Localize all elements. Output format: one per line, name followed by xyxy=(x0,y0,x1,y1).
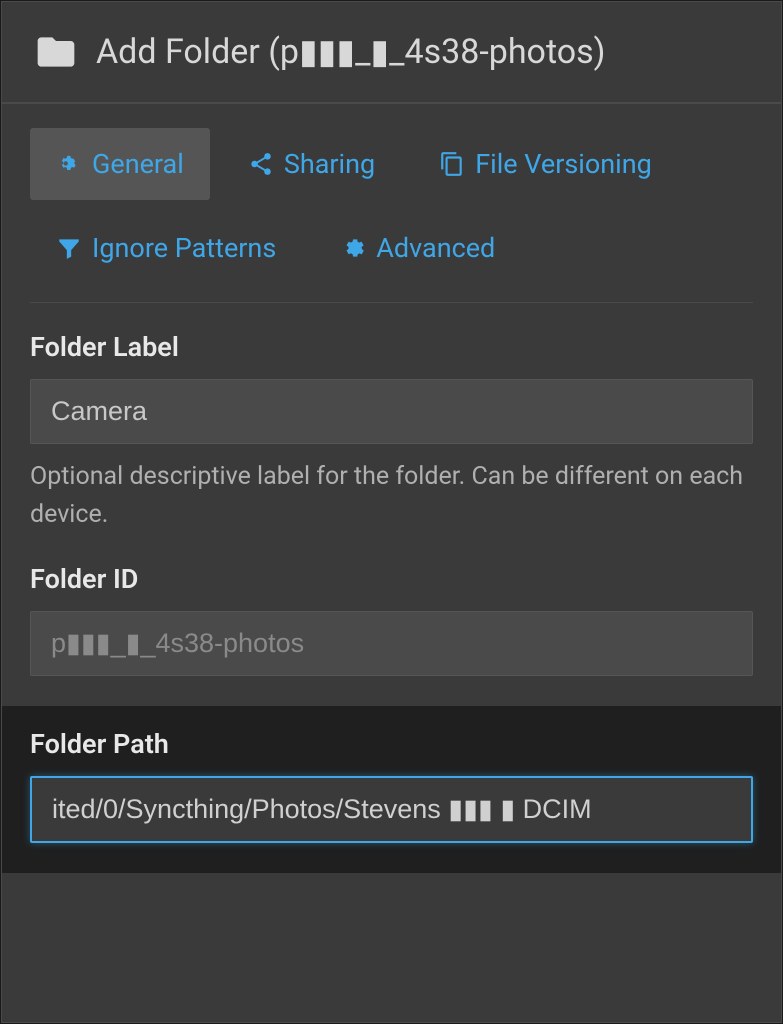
folder-label-input[interactable] xyxy=(30,379,753,444)
add-folder-modal: Add Folder (p▮▮▮_▮_4s38-photos) General … xyxy=(1,1,782,1023)
tab-general[interactable]: General xyxy=(30,128,210,200)
folder-path-group: Folder Path xyxy=(2,706,781,873)
folder-icon xyxy=(34,30,78,74)
tab-sharing[interactable]: Sharing xyxy=(222,128,401,200)
tab-general-label: General xyxy=(92,148,184,180)
folder-id-group: Folder ID xyxy=(30,563,753,676)
files-icon xyxy=(439,151,465,177)
folder-label-label: Folder Label xyxy=(30,331,753,363)
folder-path-label: Folder Path xyxy=(30,728,753,760)
tab-sharing-label: Sharing xyxy=(284,148,375,180)
share-icon xyxy=(248,151,274,177)
tab-file-versioning[interactable]: File Versioning xyxy=(413,128,678,200)
tab-file-versioning-label: File Versioning xyxy=(475,148,652,180)
folder-id-label: Folder ID xyxy=(30,563,753,595)
modal-body: General Sharing File Versioning Ignore P… xyxy=(2,104,781,873)
modal-title: Add Folder (p▮▮▮_▮_4s38-photos) xyxy=(96,32,606,72)
tabs: General Sharing File Versioning Ignore P… xyxy=(30,128,753,303)
tab-advanced[interactable]: Advanced xyxy=(314,212,521,284)
folder-label-group: Folder Label Optional descriptive label … xyxy=(30,331,753,533)
filter-icon xyxy=(56,235,82,261)
folder-path-input[interactable] xyxy=(30,776,753,843)
tab-ignore-patterns-label: Ignore Patterns xyxy=(92,232,276,264)
tab-advanced-label: Advanced xyxy=(376,232,495,264)
folder-label-help: Optional descriptive label for the folde… xyxy=(30,458,753,533)
folder-id-input[interactable] xyxy=(30,611,753,676)
modal-header: Add Folder (p▮▮▮_▮_4s38-photos) xyxy=(2,2,781,104)
gears-icon xyxy=(340,235,366,261)
tab-ignore-patterns[interactable]: Ignore Patterns xyxy=(30,212,302,284)
gear-icon xyxy=(56,151,82,177)
